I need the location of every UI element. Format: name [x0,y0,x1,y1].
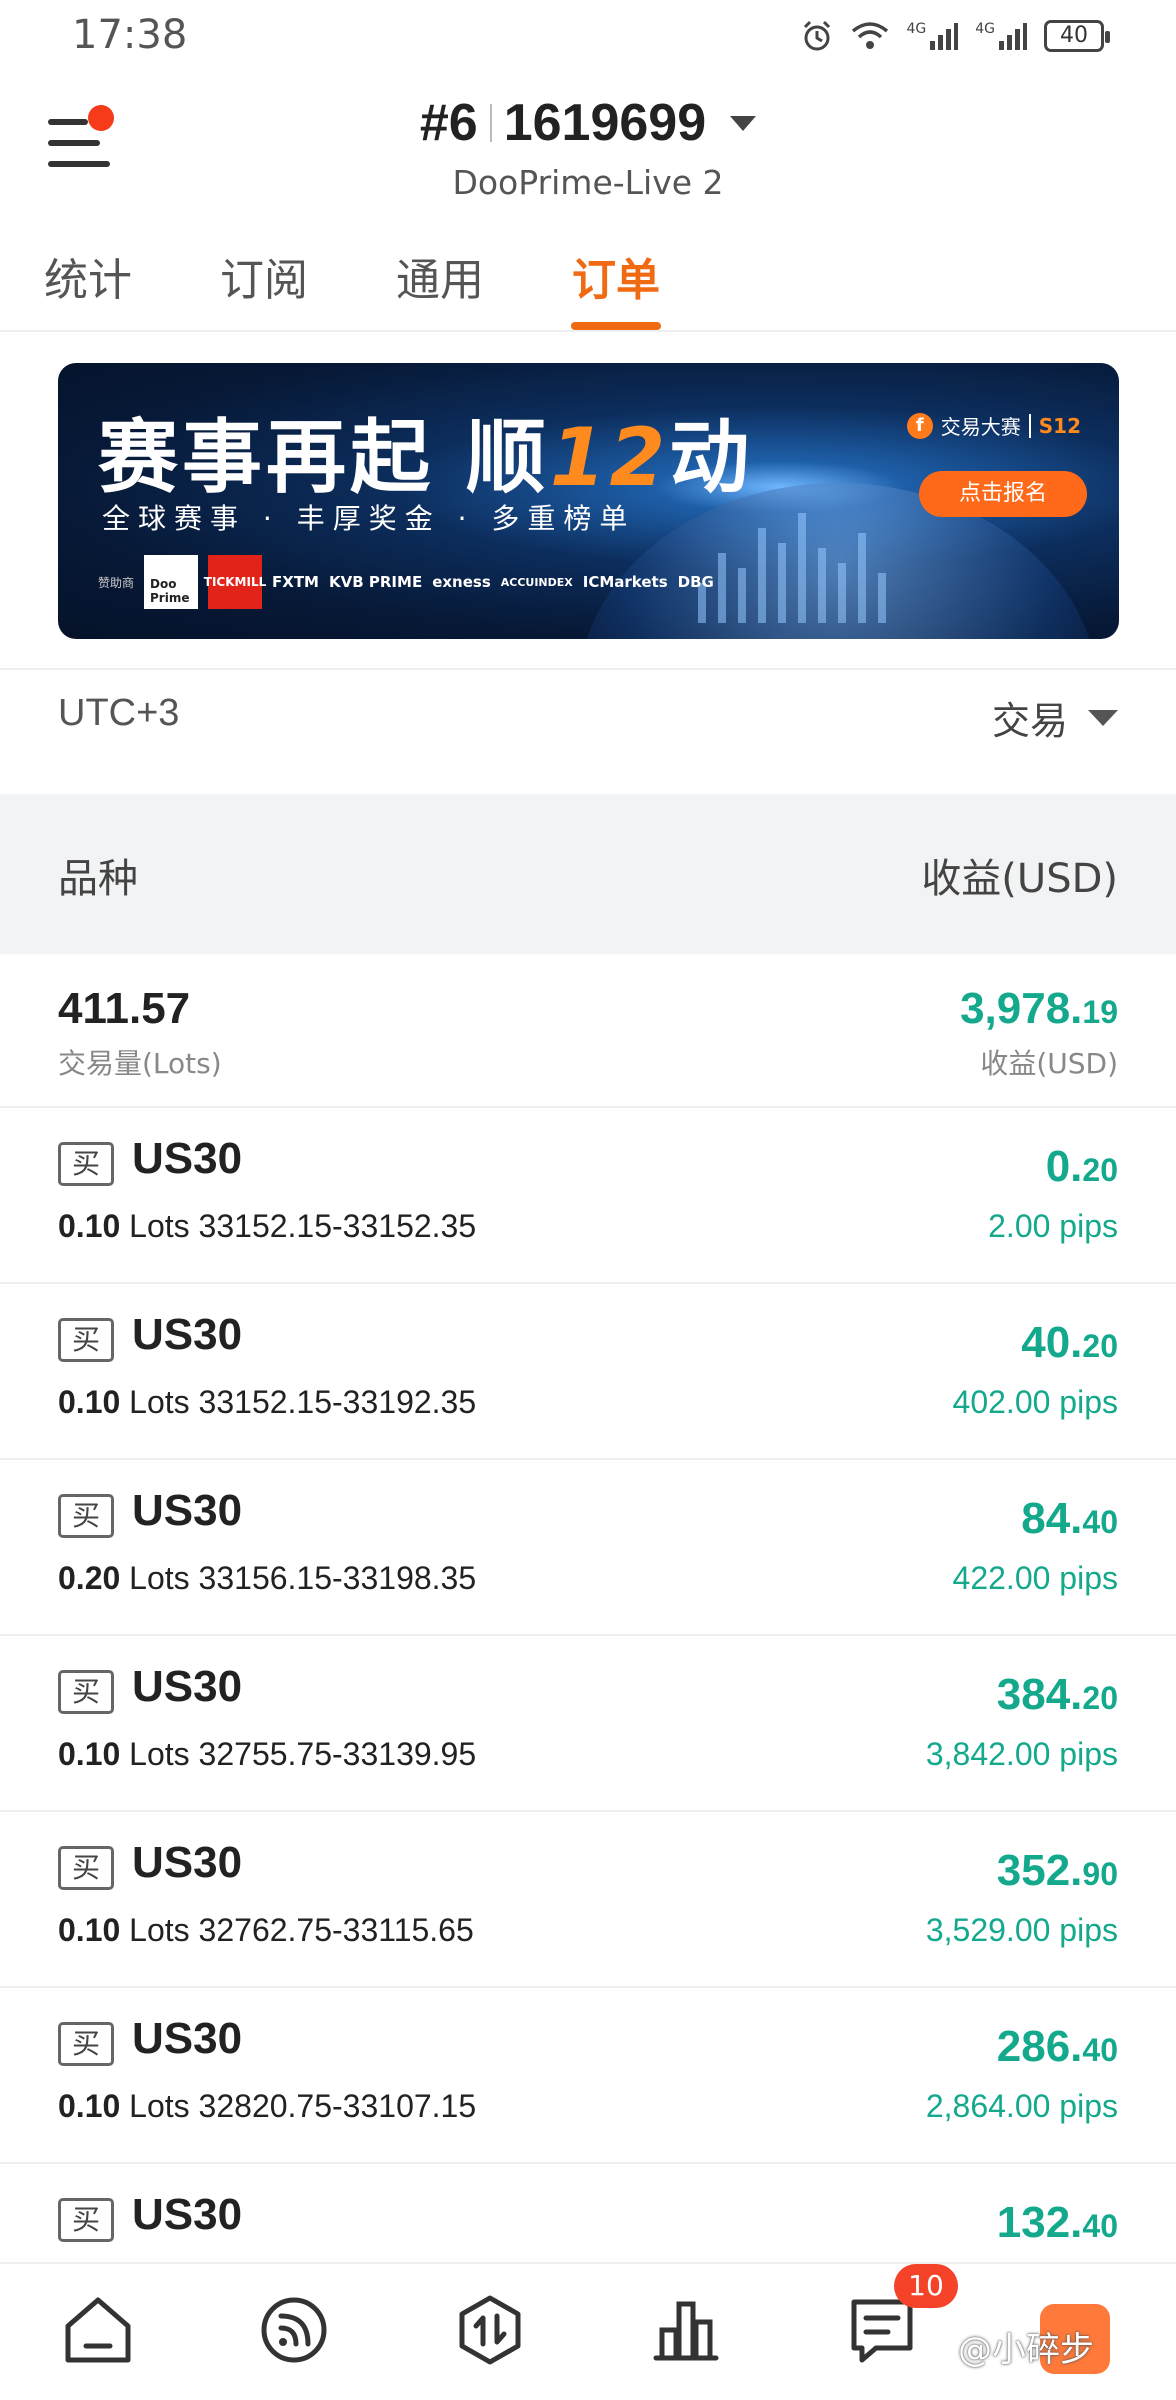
column-symbol: 品种 [58,856,138,902]
order-profit: 40.20 [1021,1318,1118,1367]
order-row[interactable]: 买 US30 0.10 Lots 32755.75-33139.95 384.2… [0,1636,1176,1812]
total-lots: 411.57 [58,984,191,1033]
banner-subtitle: 全球赛事 · 丰厚奖金 · 多重榜单 [102,502,636,535]
sponsor-logo: TICKMILL [204,555,266,609]
buy-badge: 买 [58,1142,114,1186]
home-icon[interactable] [58,2290,138,2370]
app-header: #6 1619699 DooPrime-Live 2 [0,75,1176,205]
trade-icon[interactable] [450,2290,530,2370]
status-time: 17:38 [72,12,188,58]
chart-graphic [698,513,886,623]
status-bar: 17:38 4G 4G 40 [0,0,1176,75]
order-symbol: US30 [132,1486,243,1535]
tab-statistics[interactable]: 统计 [44,244,132,308]
order-pips: 2.00 pips [988,1208,1118,1244]
summary-row: 411.57 交易量(Lots) 3,978.19 收益(USD) [0,954,1176,1108]
order-symbol: US30 [132,1838,243,1887]
total-lots-label: 交易量(Lots) [58,1047,222,1080]
order-symbol: US30 [132,1134,243,1183]
alarm-icon [804,20,831,51]
order-profit: 286.40 [996,2022,1118,2071]
buy-badge: 买 [58,1494,114,1538]
order-pips: 422.00 pips [952,1560,1118,1596]
order-pips: 3,529.00 pips [925,1912,1118,1948]
order-detail: 0.10 Lots 32755.75-33139.95 [58,1736,477,1772]
account-id: 1619699 [503,94,707,152]
order-row[interactable]: 买 US30 0.10 Lots 33152.15-33192.35 40.20… [0,1284,1176,1460]
active-tab-indicator [571,322,661,330]
signup-button[interactable]: 点击报名 [919,471,1087,517]
server-name: DooPrime-Live 2 [452,163,724,202]
sponsor-logo: DBG [677,573,714,591]
total-profit: 3,978.19 [960,984,1118,1033]
order-detail: 0.10 Lots 33152.15-33152.35 [58,1208,477,1244]
order-detail: 0.10 Lots 32762.75-33115.65 [58,1912,474,1948]
buy-badge: 买 [58,1846,114,1890]
order-symbol: US30 [132,1662,243,1711]
order-type-dropdown[interactable]: 交易 [992,690,1118,745]
order-detail: 0.10 Lots 32820.75-33107.15 [58,2088,477,2124]
sponsor-logo: exness [432,573,491,591]
signal-icon[interactable] [254,2290,334,2370]
tab-bar: 统计 订阅 通用 订单 [0,232,1176,332]
sponsor-logo: FXTM [272,573,319,591]
order-symbol: US30 [132,1310,243,1359]
tab-subscribe[interactable]: 订阅 [220,244,308,308]
status-icons: 4G 4G 40 [800,14,1110,58]
account-switcher[interactable]: #6 1619699 DooPrime-Live 2 [0,93,1176,202]
order-pips: 3,842.00 pips [925,1736,1118,1772]
order-symbol: US30 [132,2014,243,2063]
chart-icon[interactable] [646,2290,726,2370]
buy-badge: 买 [58,2022,114,2066]
order-profit: 0.20 [1045,1142,1118,1191]
signal-strength-icon-2: 4G [975,21,1028,51]
sponsor-logo: KVB PRIME [329,573,423,591]
account-prefix: #6 [419,94,478,152]
signal-strength-icon: 4G [906,21,959,51]
chevron-down-icon [1088,709,1118,726]
sponsor-logo: Doo Prime [144,555,199,609]
sponsor-label: 赞助商 [98,575,135,590]
order-row[interactable]: 买 US30 0.10 Lots 32762.75-33115.65 352.9… [0,1812,1176,1988]
order-row[interactable]: 买 US30 0.10 Lots 33152.15-33152.35 0.20 … [0,1108,1176,1284]
banner-brand: f 交易大赛 S12 [906,411,1081,440]
buy-badge: 买 [58,2198,114,2242]
order-pips: 2,864.00 pips [925,2088,1118,2124]
tab-general[interactable]: 通用 [396,244,484,308]
battery-icon: 40 [1044,20,1110,52]
buy-badge: 买 [58,1318,114,1362]
chevron-down-icon [730,115,757,131]
order-detail: 0.20 Lots 33156.15-33198.35 [58,1560,477,1596]
wifi-icon [852,22,889,49]
banner-title: 赛事再起 顺12动 [98,411,754,504]
column-header: 品种 收益(USD) [0,794,1176,954]
sponsor-logo: ICMarkets [582,573,668,591]
bottom-nav: 10 @小碎步 [0,2262,1176,2400]
promo-banner[interactable]: 赛事再起 顺12动 全球赛事 · 丰厚奖金 · 多重榜单 f 交易大赛 S12 … [58,363,1119,639]
unread-badge: 10 [894,2264,958,2308]
order-pips: 402.00 pips [952,1384,1118,1420]
column-profit: 收益(USD) [921,856,1118,902]
order-list: 买 US30 0.10 Lots 33152.15-33152.35 0.20 … [0,1108,1176,2268]
total-profit-label: 收益(USD) [980,1047,1118,1080]
order-row[interactable]: 买 US30 0.10 Lots 32820.75-33107.15 286.4… [0,1988,1176,2164]
sponsor-logo: ACCUINDEX [500,575,573,589]
messages-icon[interactable]: 10 [842,2264,958,2370]
order-type-value: 交易 [991,699,1068,743]
timezone-label[interactable]: UTC+3 [58,692,179,735]
order-profit: 84.40 [1021,1494,1118,1543]
sponsor-strip: 赞助商 Doo Prime TICKMILL FXTM KVB PRIME ex… [98,555,714,609]
watermark: @小碎步 [958,2330,1094,2370]
order-profit: 384.20 [996,1670,1118,1719]
order-profit: 352.90 [996,1846,1118,1895]
buy-badge: 买 [58,1670,114,1714]
order-row[interactable]: 买 US30 0.20 Lots 33156.15-33198.35 84.40… [0,1460,1176,1636]
order-detail: 0.10 Lots 33152.15-33192.35 [58,1384,477,1420]
order-row[interactable]: 买 US30 132.40 [0,2164,1176,2268]
order-profit: 132.40 [996,2198,1118,2247]
order-symbol: US30 [132,2190,243,2239]
brand-logo-icon: f [906,412,933,439]
tab-orders[interactable]: 订单 [572,244,660,308]
filter-bar: UTC+3 交易 [0,668,1176,792]
